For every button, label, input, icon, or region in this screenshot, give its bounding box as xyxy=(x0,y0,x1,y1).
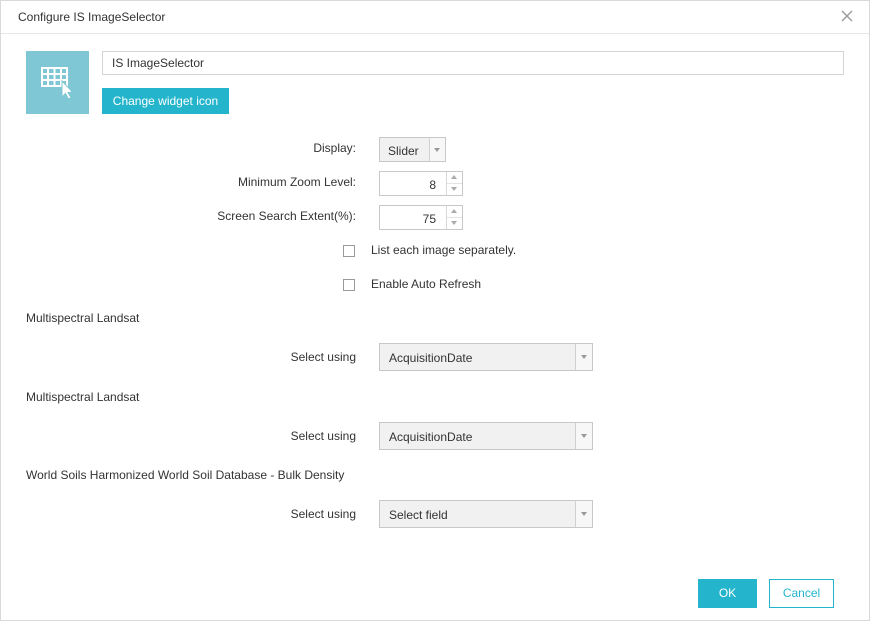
display-label: Display: xyxy=(313,141,356,155)
layer-field-select-value: AcquisitionDate xyxy=(389,351,473,365)
cancel-button[interactable]: Cancel xyxy=(769,579,834,608)
widget-name-input[interactable] xyxy=(102,51,844,75)
search-extent-increment-button[interactable] xyxy=(447,206,462,218)
min-zoom-value: 8 xyxy=(429,178,436,192)
search-extent-decrement-button[interactable] xyxy=(447,218,462,229)
display-select-value: Slider xyxy=(388,144,419,158)
chevron-up-icon xyxy=(451,209,457,213)
chevron-down-icon xyxy=(581,434,587,438)
layer-field-select-arrow[interactable] xyxy=(575,423,592,449)
layer-field-select-arrow[interactable] xyxy=(575,344,592,370)
search-extent-label: Screen Search Extent(%): xyxy=(217,209,356,223)
search-extent-spinner[interactable]: 75 xyxy=(379,205,463,230)
list-separately-checkbox[interactable] xyxy=(343,245,355,257)
dialog-title: Configure IS ImageSelector xyxy=(18,10,166,24)
min-zoom-label: Minimum Zoom Level: xyxy=(237,175,356,189)
auto-refresh-label: Enable Auto Refresh xyxy=(371,277,482,291)
dialog-titlebar: Configure IS ImageSelector xyxy=(1,1,869,34)
change-widget-icon-button[interactable]: Change widget icon xyxy=(102,88,229,114)
search-extent-value: 75 xyxy=(422,212,436,226)
widget-icon-preview xyxy=(26,51,89,114)
chevron-down-icon xyxy=(581,512,587,516)
list-separately-label: List each image separately. xyxy=(371,243,517,257)
layer-field-select[interactable]: AcquisitionDate xyxy=(379,343,593,371)
min-zoom-increment-button[interactable] xyxy=(447,172,462,184)
layer-name: World Soils Harmonized World Soil Databa… xyxy=(26,468,345,482)
chevron-down-icon xyxy=(581,355,587,359)
configure-dialog: Configure IS ImageSelector Change widget… xyxy=(0,0,870,621)
layer-name: Multispectral Landsat xyxy=(26,311,140,325)
close-icon[interactable] xyxy=(839,8,855,24)
select-using-label: Select using xyxy=(290,507,356,521)
display-select-arrow[interactable] xyxy=(429,138,445,161)
min-zoom-stepper xyxy=(446,172,462,195)
chevron-down-icon xyxy=(451,187,457,191)
layer-field-select-value: Select field xyxy=(389,508,448,522)
chevron-down-icon xyxy=(451,221,457,225)
layer-field-select[interactable]: AcquisitionDate xyxy=(379,422,593,450)
auto-refresh-checkbox[interactable] xyxy=(343,279,355,291)
layer-field-select-value: AcquisitionDate xyxy=(389,430,473,444)
min-zoom-spinner[interactable]: 8 xyxy=(379,171,463,196)
search-extent-stepper xyxy=(446,206,462,229)
display-select[interactable]: Slider xyxy=(379,137,446,162)
chevron-up-icon xyxy=(451,175,457,179)
select-using-label: Select using xyxy=(290,429,356,443)
layer-field-select-arrow[interactable] xyxy=(575,501,592,527)
chevron-down-icon xyxy=(434,148,440,152)
layer-field-select[interactable]: Select field xyxy=(379,500,593,528)
ok-button[interactable]: OK xyxy=(698,579,757,608)
select-using-label: Select using xyxy=(290,350,356,364)
min-zoom-decrement-button[interactable] xyxy=(447,184,462,195)
layer-name: Multispectral Landsat xyxy=(26,390,140,404)
